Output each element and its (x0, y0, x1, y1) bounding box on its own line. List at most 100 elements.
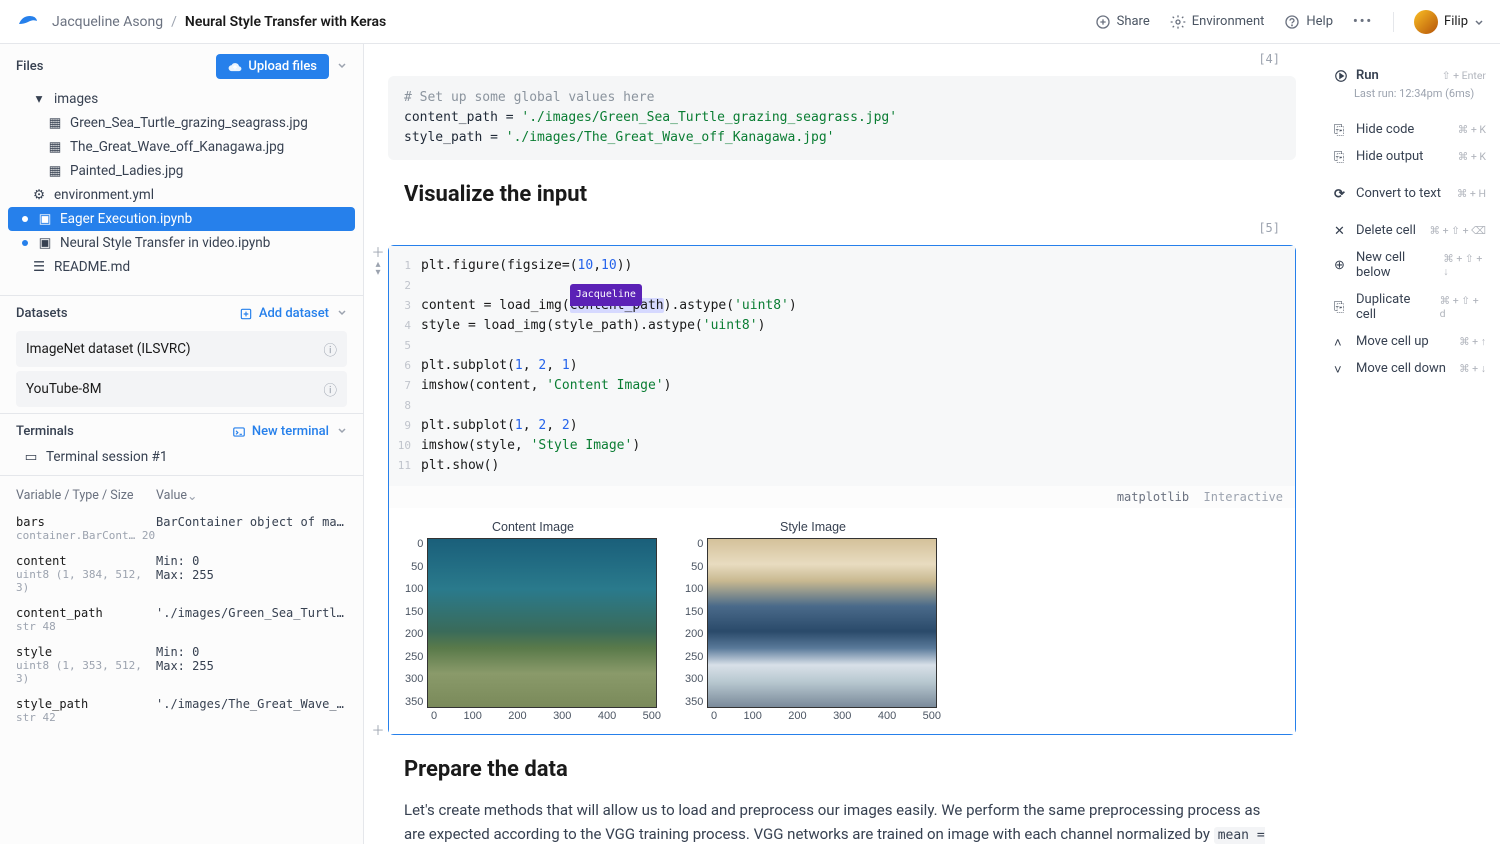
delete-cell-button[interactable]: ✕Delete cell⌘ + ⇧ + ⌫ (1332, 217, 1488, 244)
status-dot-icon (22, 216, 28, 222)
share-button[interactable]: Share (1095, 14, 1150, 30)
label: New cell below (1356, 250, 1435, 280)
section-heading: Prepare the data (364, 741, 1320, 788)
more-button[interactable]: ••• (1353, 14, 1373, 29)
user-menu[interactable]: Filip (1414, 10, 1484, 34)
file-image[interactable]: ▦The_Great_Wave_off_Kanagawa.jpg (8, 135, 355, 159)
var-value: './images/Green_Sea_Turtle_g… (156, 606, 347, 633)
plus-icon: ⊕ (1334, 258, 1348, 272)
datasets-chevron[interactable] (337, 306, 347, 321)
run-button[interactable]: Run ⇧ + Enter (1332, 62, 1488, 89)
file-readme[interactable]: ☰README.md (8, 255, 355, 279)
move-cell-up-button[interactable]: ˄Move cell up⌘ + ↑ (1332, 328, 1488, 355)
dataset-item[interactable]: ImageNet dataset (ILSVRC)ⓘ (16, 331, 347, 367)
notebook-icon: ▣ (38, 236, 52, 250)
code-cell-5-active[interactable]: ＋ ▴▾ ＋ 1plt.figure(figsize=(10,10)) 2 3c… (388, 245, 1296, 735)
folder-images[interactable]: ▾ images (8, 87, 355, 111)
x-ticks: 0100200300400500 (431, 708, 661, 722)
file-label: Eager Execution.ipynb (60, 211, 192, 227)
info-icon[interactable]: ⓘ (324, 339, 338, 359)
hide-output-icon: ⎘ (1334, 150, 1348, 164)
terminal-label: Terminal session #1 (46, 449, 167, 465)
help-button[interactable]: Help (1284, 14, 1333, 30)
file-env[interactable]: ⚙ environment.yml (8, 183, 355, 207)
file-image[interactable]: ▦Painted_Ladies.jpg (8, 159, 355, 183)
shortcut: ⌘ + ⇧ + ↓ (1443, 252, 1486, 278)
var-row[interactable]: content_pathstr 48'./images/Green_Sea_Tu… (16, 600, 347, 639)
y-ticks: 050100150200250300350 (685, 538, 707, 708)
breadcrumb: Jacqueline Asong / Neural Style Transfer… (52, 14, 386, 30)
plot-title: Content Image (405, 520, 661, 534)
info-icon[interactable]: ⓘ (324, 379, 338, 399)
var-value: './images/The_Great_Wave_off… (156, 697, 347, 724)
code-text: content_path = (404, 110, 521, 125)
file-icon: ☰ (32, 260, 46, 274)
terminal-item[interactable]: ▭Terminal session #1 (0, 445, 363, 469)
chevron-down-icon: ˅ (1334, 362, 1348, 376)
shortcut: ⌘ + K (1458, 123, 1486, 136)
var-row[interactable]: style_pathstr 42'./images/The_Great_Wave… (16, 691, 347, 730)
add-dataset-label: Add dataset (259, 306, 329, 321)
var-name: content_path (16, 606, 156, 620)
hide-output-button[interactable]: ⎘ Hide output ⌘ + K (1332, 143, 1488, 170)
terminals-chevron[interactable] (337, 424, 347, 439)
move-cell-down-button[interactable]: ˅Move cell down⌘ + ↓ (1332, 355, 1488, 382)
duplicate-cell-button[interactable]: ⎘Duplicate cell⌘ + ⇧ + d (1332, 286, 1488, 328)
new-terminal-button[interactable]: New terminal (232, 424, 329, 439)
var-row[interactable]: styleuint8 (1, 353, 512, 3)Min: 0 Max: 2… (16, 639, 347, 691)
label: Hide output (1356, 149, 1423, 164)
vars-chevron[interactable]: ⌄ (187, 488, 197, 504)
vars-col-right: Value (156, 488, 187, 504)
code-cell-4[interactable]: # Set up some global values here content… (388, 76, 1296, 160)
file-label: environment.yml (54, 187, 154, 203)
label: Hide code (1356, 122, 1414, 137)
dataset-item[interactable]: YouTube-8Mⓘ (16, 371, 347, 407)
gear-icon: ⚙ (32, 188, 46, 202)
hide-code-button[interactable]: ⎘ Hide code ⌘ + K (1332, 116, 1488, 143)
environment-label: Environment (1192, 14, 1265, 29)
shortcut: ⌘ + H (1457, 187, 1486, 200)
upload-files-button[interactable]: Upload files (216, 54, 329, 79)
upload-chevron[interactable] (337, 59, 347, 74)
cell-actions-panel: Run ⇧ + Enter Last run: 12:34pm (6ms) ⎘H… (1320, 44, 1500, 844)
code-editor[interactable]: 1plt.figure(figsize=(10,10)) 2 3content … (389, 246, 1295, 486)
shortcut: ⌘ + ⇧ + d (1440, 294, 1486, 320)
reorder-handle[interactable]: ▴▾ (369, 260, 387, 278)
breadcrumb-sep: / (171, 14, 177, 30)
var-value: Min: 0 Max: 255 (156, 554, 347, 594)
output-image-turtle (427, 538, 657, 708)
file-image[interactable]: ▦ Green_Sea_Turtle_grazing_seagrass.jpg (8, 111, 355, 135)
code-string: './images/Green_Sea_Turtle_grazing_seagr… (521, 110, 897, 125)
code-text: style_path = (404, 130, 506, 145)
variables-panel: Variable / Type / Size Value ⌄ barsconta… (0, 476, 363, 738)
avatar (1414, 10, 1438, 34)
new-cell-below-button[interactable]: ⊕ New cell below ⌘ + ⇧ + ↓ (1332, 244, 1488, 286)
plot-style-image: Style Image 050100150200250300350 010020… (685, 520, 941, 722)
add-cell-below-button[interactable]: ＋ (369, 720, 387, 738)
run-label: Run (1356, 68, 1379, 83)
var-type: str 42 (16, 711, 156, 724)
chevron-up-icon: ˄ (1334, 335, 1348, 349)
user-name: Filip (1444, 14, 1468, 29)
environment-button[interactable]: Environment (1170, 14, 1265, 30)
hide-code-icon: ⎘ (1334, 123, 1348, 137)
datasets-heading: Datasets (16, 306, 68, 321)
image-icon: ▦ (48, 116, 62, 130)
file-notebook[interactable]: ▣Neural Style Transfer in video.ipynb (8, 231, 355, 255)
plot-content-image: Content Image 050100150200250300350 0100… (405, 520, 661, 722)
var-row[interactable]: contentuint8 (1, 384, 512, 3)Min: 0 Max:… (16, 548, 347, 600)
breadcrumb-title[interactable]: Neural Style Transfer with Keras (185, 14, 386, 30)
file-label: Green_Sea_Turtle_grazing_seagrass.jpg (70, 115, 308, 131)
help-label: Help (1306, 14, 1333, 29)
add-cell-above-button[interactable]: ＋ (369, 242, 387, 260)
shortcut: ⌘ + K (1458, 150, 1486, 163)
label: Move cell up (1356, 334, 1429, 349)
add-dataset-button[interactable]: Add dataset (239, 306, 329, 321)
file-notebook-active[interactable]: ▣Eager Execution.ipynb (8, 207, 355, 231)
topbar: Jacqueline Asong / Neural Style Transfer… (0, 0, 1500, 44)
app-logo[interactable] (16, 10, 40, 34)
var-row[interactable]: barscontainer.BarCont… 20BarContainer ob… (16, 509, 347, 548)
var-name: style_path (16, 697, 156, 711)
convert-to-text-button[interactable]: ⟳Convert to text⌘ + H (1332, 180, 1488, 207)
breadcrumb-owner[interactable]: Jacqueline Asong (52, 14, 163, 30)
